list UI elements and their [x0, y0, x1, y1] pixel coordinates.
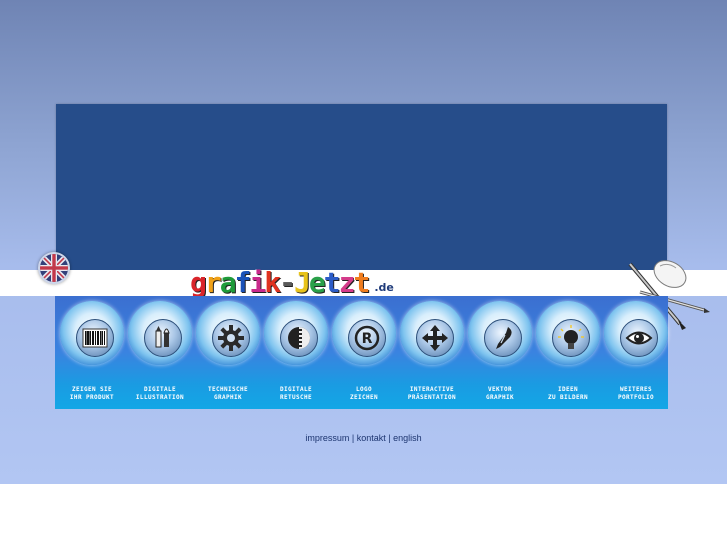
barcode-icon: [76, 319, 114, 357]
english-flag-icon[interactable]: [38, 252, 70, 284]
nav-item[interactable]: R LOGO ZEICHEN: [329, 296, 399, 409]
nav-item[interactable]: DIGITALE RETUSCHE: [261, 296, 331, 409]
nav-ring: [536, 301, 600, 365]
pen-nib-icon: [484, 319, 522, 357]
nav-item[interactable]: INTERACTIVE PRÄSENTATION: [397, 296, 467, 409]
logo-letter: k: [264, 266, 281, 299]
logo-letter: -: [279, 266, 296, 299]
svg-text:R: R: [362, 331, 373, 347]
logo-letter: t: [323, 266, 341, 299]
nav-ring: [468, 301, 532, 365]
nav-item[interactable]: VEKTOR GRAPHIK: [465, 296, 535, 409]
logo-letter: z: [338, 266, 356, 299]
impressum-link[interactable]: impressum: [305, 433, 349, 443]
nav-ring: R: [332, 301, 396, 365]
nav-ring: [604, 301, 668, 365]
nav-label-line1: WEITERES: [619, 386, 653, 393]
gear-icon: [212, 319, 250, 357]
footer-separator: |: [388, 433, 391, 443]
nav-ring: [400, 301, 464, 365]
nav-label-line2: PORTFOLIO: [617, 394, 655, 401]
pixel-halftone-icon: [280, 319, 318, 357]
eye-icon: [620, 319, 658, 357]
content-panel: [56, 104, 667, 270]
nav-item[interactable]: DIGITALE ILLUSTRATION: [125, 296, 195, 409]
logo-letter: i: [249, 266, 266, 299]
nav-ring: [128, 301, 192, 365]
footer-links: impressum | kontakt | english: [0, 433, 727, 443]
logo-letter: a: [219, 266, 237, 299]
footer-separator: |: [351, 433, 355, 443]
nav-item[interactable]: IDEEN ZU BILDERN: [533, 296, 603, 409]
logo-tld: .de: [374, 281, 394, 294]
nav-ring: [264, 301, 328, 365]
nav-item[interactable]: TECHNISCHE GRAPHIK: [193, 296, 263, 409]
logo-letter: r: [204, 266, 222, 299]
logo-letter: t: [353, 266, 370, 299]
service-navigation: ZEIGEN SIE IHR PRODUKT DIGITALE ILLUSTRATIO…: [55, 296, 668, 409]
logo-letter: g: [190, 266, 207, 299]
kontakt-link[interactable]: kontakt: [357, 433, 386, 443]
registered-trademark-icon: R: [348, 319, 386, 357]
nav-ring: [196, 301, 260, 365]
paintbrush-pencil-icon: [144, 319, 182, 357]
logo-letter: J: [294, 266, 311, 299]
nav-ring: [60, 301, 124, 365]
four-way-arrows-icon: [416, 319, 454, 357]
english-link[interactable]: english: [393, 433, 422, 443]
nav-label: WEITERES PORTFOLIO: [595, 386, 677, 402]
nav-item[interactable]: WEITERES PORTFOLIO: [601, 296, 671, 409]
site-logo[interactable]: g r a f i k - Je t z t .de: [190, 266, 394, 299]
logo-letter: f: [234, 266, 252, 299]
logo-letter: e: [308, 266, 326, 299]
nav-item[interactable]: ZEIGEN SIE IHR PRODUKT: [57, 296, 127, 409]
light-bulb-icon: [552, 319, 590, 357]
